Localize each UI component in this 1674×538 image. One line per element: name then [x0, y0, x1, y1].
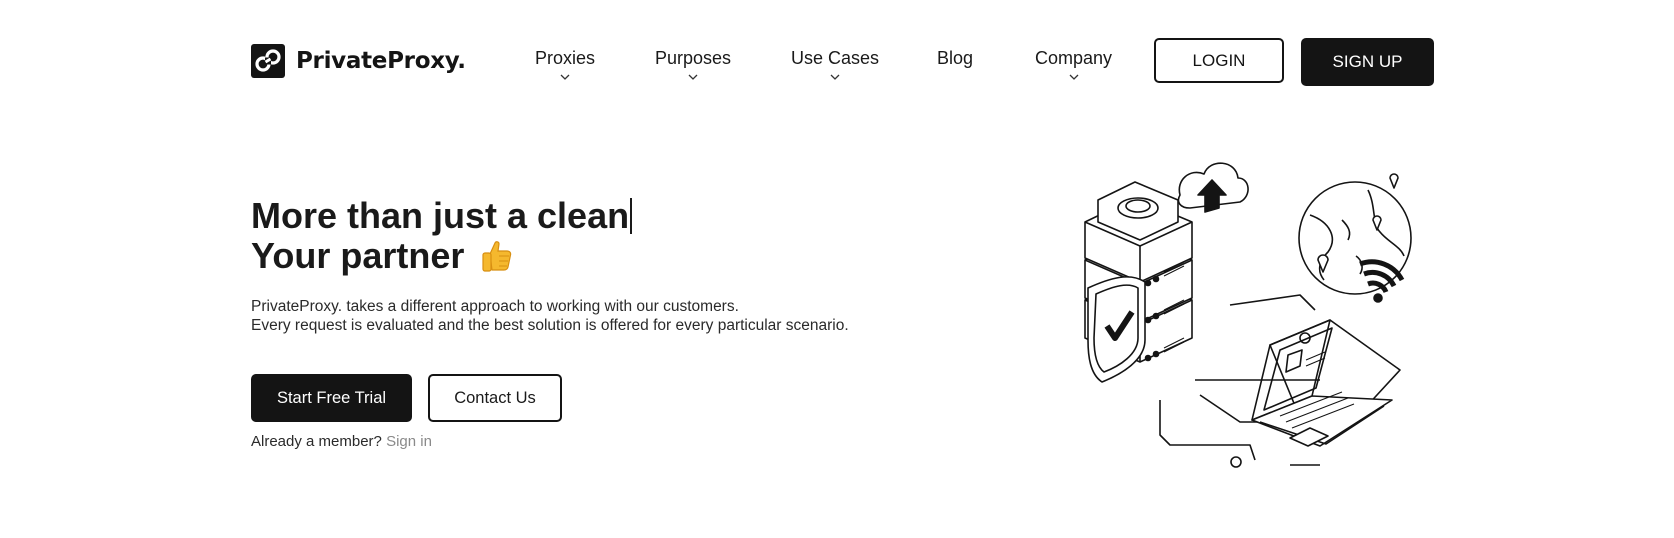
- sign-in-link[interactable]: Sign in: [386, 433, 432, 450]
- chevron-down-icon: [830, 74, 840, 80]
- login-button[interactable]: LOGIN: [1154, 38, 1284, 83]
- member-text: Already a member?: [251, 433, 382, 450]
- thumbs-up-icon: [482, 241, 512, 272]
- nav-item-label: Purposes: [655, 48, 732, 68]
- privateproxy-logo-icon: [251, 44, 285, 78]
- landing-page: PrivateProxy. Proxies Purposes Use Cases…: [0, 0, 1674, 538]
- start-free-trial-button[interactable]: Start Free Trial: [251, 374, 412, 422]
- nav-item-company[interactable]: Company: [1035, 48, 1112, 81]
- hero-description-line1: PrivateProxy. takes a different approach…: [251, 298, 739, 315]
- hero-title: More than just a clean Your partner: [251, 195, 633, 276]
- nav-item-proxies[interactable]: Proxies: [535, 48, 595, 81]
- nav-item-label: Company: [1035, 48, 1113, 68]
- brand-logo[interactable]: PrivateProxy.: [251, 44, 466, 78]
- brand-name: PrivateProxy.: [296, 48, 466, 74]
- hero-title-line2: Your partner: [251, 235, 465, 276]
- nav-item-blog[interactable]: Blog: [937, 48, 973, 69]
- member-prompt: Already a member? Sign in: [251, 433, 432, 450]
- nav-item-purposes[interactable]: Purposes: [655, 48, 731, 81]
- chevron-down-icon: [560, 74, 570, 80]
- chevron-down-icon: [688, 74, 698, 80]
- nav-item-label: Proxies: [535, 48, 596, 68]
- hero-title-line1: More than just a clean: [251, 195, 630, 236]
- nav-item-use-cases[interactable]: Use Cases: [791, 48, 879, 81]
- signup-button[interactable]: SIGN UP: [1301, 38, 1434, 86]
- server-network-illustration: [1084, 162, 1412, 468]
- contact-us-button[interactable]: Contact Us: [428, 374, 562, 422]
- text-cursor: [630, 198, 633, 234]
- hero-description: PrivateProxy. takes a different approach…: [251, 297, 849, 335]
- hero-description-line2: Every request is evaluated and the best …: [251, 317, 849, 334]
- nav-item-label: Use Cases: [791, 48, 880, 68]
- chevron-down-icon: [1069, 74, 1078, 80]
- nav-item-label: Blog: [937, 48, 974, 68]
